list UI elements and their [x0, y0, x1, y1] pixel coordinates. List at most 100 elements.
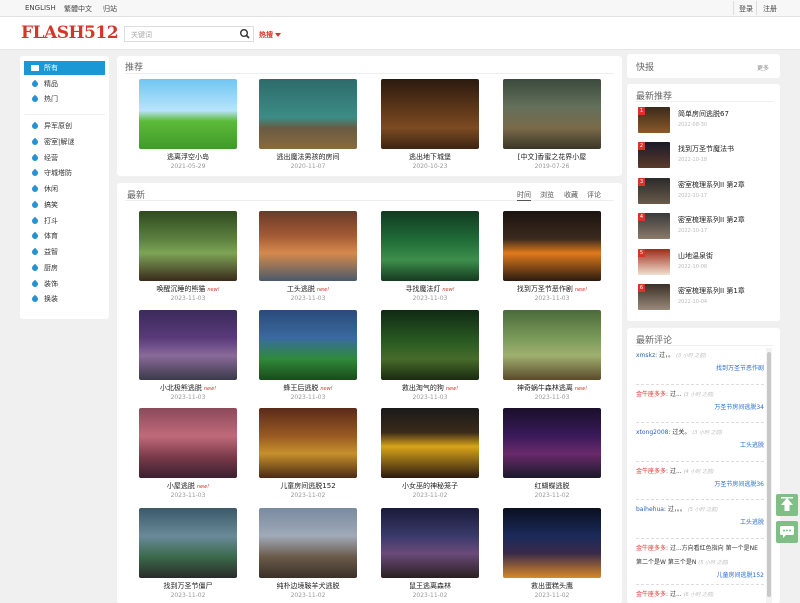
- comment-game-link[interactable]: 工头逃脱: [636, 517, 764, 526]
- comments-scrollbar[interactable]: [766, 348, 772, 603]
- game-card[interactable]: [中文]香蜜之花界小屋 2019-07-26: [503, 79, 603, 174]
- game-card[interactable]: 红蝴蝶逃脱 2023-11-02: [503, 408, 603, 503]
- comment-game-link[interactable]: 儿童房间逃脱152: [636, 570, 764, 579]
- game-title[interactable]: 小屋逃脱 new!: [129, 481, 247, 491]
- game-thumbnail[interactable]: [139, 211, 237, 281]
- recent-title-text[interactable]: 密室梳理系列II 第1章: [678, 286, 745, 296]
- game-title[interactable]: 救出蛋糕头鹰: [493, 581, 611, 591]
- game-thumbnail[interactable]: [259, 211, 357, 281]
- game-card[interactable]: 逃离浮空小岛 2021-05-29: [139, 79, 239, 174]
- recent-title-text[interactable]: 密室梳理系列II 第2章: [678, 215, 745, 225]
- game-card[interactable]: 鼠王逃离森林 2023-11-02: [381, 508, 481, 603]
- comment-user[interactable]: 金牛座多多:: [636, 545, 668, 552]
- game-thumbnail[interactable]: [139, 310, 237, 380]
- game-title[interactable]: 蜂王后逃脱 new!: [249, 383, 367, 393]
- sidebar-item[interactable]: 所有: [24, 61, 105, 75]
- game-thumbnail[interactable]: [381, 408, 479, 478]
- sidebar-item[interactable]: 益智: [24, 245, 105, 259]
- recent-title-text[interactable]: 山地温泉街: [678, 251, 713, 261]
- game-title[interactable]: 找到万圣节恶作剧 new!: [493, 284, 611, 294]
- game-title[interactable]: 逃出魔法男孩的房间: [249, 152, 367, 162]
- sidebar-item[interactable]: 换装: [24, 292, 105, 306]
- game-thumbnail[interactable]: [503, 508, 601, 578]
- comment-game-link[interactable]: 工头逃脱: [636, 440, 764, 449]
- game-thumbnail[interactable]: [259, 79, 357, 149]
- game-card[interactable]: 工头逃脱 new! 2023-11-03: [259, 211, 359, 306]
- recent-title-text[interactable]: 简单房间逃脱67: [678, 109, 729, 119]
- game-thumbnail[interactable]: [503, 79, 601, 149]
- comment-game-link[interactable]: 万圣节房间逃脱34: [636, 402, 764, 411]
- recent-thumbnail[interactable]: 3: [638, 178, 670, 204]
- game-title[interactable]: 寻找魔法灯 new!: [371, 284, 489, 294]
- game-thumbnail[interactable]: [139, 79, 237, 149]
- game-thumbnail[interactable]: [259, 310, 357, 380]
- tab-favorites[interactable]: 收藏: [564, 190, 578, 200]
- login-link[interactable]: 登录: [739, 4, 753, 14]
- sidebar-item[interactable]: 装饰: [24, 277, 105, 291]
- sidebar-item[interactable]: 休闲: [24, 182, 105, 196]
- archive-link[interactable]: 归站: [103, 4, 117, 14]
- chat-button[interactable]: [776, 521, 798, 543]
- scrollbar-thumb[interactable]: [767, 352, 771, 597]
- recent-item[interactable]: 1 简单房间逃脱67 2022-08-30: [638, 107, 778, 135]
- game-title[interactable]: 唤醒沉睡的熊猫 new!: [129, 284, 247, 294]
- recent-thumbnail[interactable]: 2: [638, 142, 670, 168]
- sidebar-item[interactable]: 热门: [24, 92, 105, 106]
- sidebar-item[interactable]: 搞笑: [24, 198, 105, 212]
- comment-user[interactable]: 金牛座多多:: [636, 591, 668, 598]
- game-thumbnail[interactable]: [381, 310, 479, 380]
- site-logo[interactable]: FLASH512: [21, 23, 119, 43]
- recent-item[interactable]: 5 山地温泉街 2022-10-08: [638, 249, 778, 277]
- game-thumbnail[interactable]: [259, 508, 357, 578]
- sidebar-item[interactable]: 经营: [24, 151, 105, 165]
- game-thumbnail[interactable]: [503, 408, 601, 478]
- game-card[interactable]: 蜂王后逃脱 new! 2023-11-03: [259, 310, 359, 405]
- game-thumbnail[interactable]: [381, 508, 479, 578]
- game-card[interactable]: 找到万圣节恶作剧 new! 2023-11-03: [503, 211, 603, 306]
- game-thumbnail[interactable]: [139, 408, 237, 478]
- sidebar-item[interactable]: 异军原创: [24, 119, 105, 133]
- comment-game-link[interactable]: 找到万圣节恶作剧: [636, 363, 764, 372]
- search-button[interactable]: [236, 26, 254, 42]
- sidebar-item[interactable]: 守城塔防: [24, 166, 105, 180]
- game-card[interactable]: 寻找魔法灯 new! 2023-11-03: [381, 211, 481, 306]
- game-title[interactable]: 小女巫的神秘笼子: [371, 481, 489, 491]
- sidebar-item[interactable]: 厨房: [24, 261, 105, 275]
- game-card[interactable]: 小女巫的神秘笼子 2023-11-02: [381, 408, 481, 503]
- game-title[interactable]: 逃离浮空小岛: [129, 152, 247, 162]
- game-title[interactable]: 儿童房间逃脱152: [249, 481, 367, 491]
- sidebar-item[interactable]: 密室|解谜: [24, 135, 105, 149]
- comment-user[interactable]: baihehua:: [636, 506, 666, 513]
- sidebar-item[interactable]: 精品: [24, 77, 105, 91]
- tab-views[interactable]: 浏览: [540, 190, 554, 200]
- recent-item[interactable]: 4 密室梳理系列II 第2章 2022-10-17: [638, 213, 778, 241]
- recent-thumbnail[interactable]: 4: [638, 213, 670, 239]
- game-title[interactable]: 纯朴边境鞍羊犬逃脱: [249, 581, 367, 591]
- recent-thumbnail[interactable]: 5: [638, 249, 670, 275]
- comment-user[interactable]: 金牛座多多:: [636, 468, 668, 475]
- game-card[interactable]: 小北极熊逃脱 new! 2023-11-03: [139, 310, 239, 405]
- game-title[interactable]: 救出淘气的狗 new!: [371, 383, 489, 393]
- game-card[interactable]: 逃出魔法男孩的房间 2020-11-07: [259, 79, 359, 174]
- game-thumbnail[interactable]: [503, 310, 601, 380]
- register-link[interactable]: 注册: [763, 4, 777, 14]
- game-card[interactable]: 找到万圣节僵尸 2023-11-02: [139, 508, 239, 603]
- game-thumbnail[interactable]: [259, 408, 357, 478]
- game-title[interactable]: 红蝴蝶逃脱: [493, 481, 611, 491]
- game-card[interactable]: 神奇蜗牛森林逃离 new! 2023-11-03: [503, 310, 603, 405]
- game-title[interactable]: 神奇蜗牛森林逃离 new!: [493, 383, 611, 393]
- game-title[interactable]: 小北极熊逃脱 new!: [129, 383, 247, 393]
- game-thumbnail[interactable]: [139, 508, 237, 578]
- back-to-top-button[interactable]: [776, 494, 798, 516]
- search-input[interactable]: 关键词: [124, 26, 254, 42]
- lang-english-link[interactable]: ENGLISH: [25, 4, 56, 12]
- quickfire-more-link[interactable]: 更多: [757, 63, 769, 72]
- recent-item[interactable]: 6 密室梳理系列II 第1章 2022-10-04: [638, 284, 778, 312]
- recent-title-text[interactable]: 密室梳理系列II 第2章: [678, 180, 745, 190]
- game-card[interactable]: 唤醒沉睡的熊猫 new! 2023-11-03: [139, 211, 239, 306]
- comment-user[interactable]: xtong2008:: [636, 429, 670, 436]
- lang-traditional-link[interactable]: 繁體中文: [64, 4, 92, 14]
- game-thumbnail[interactable]: [381, 79, 479, 149]
- game-card[interactable]: 救出淘气的狗 new! 2023-11-03: [381, 310, 481, 405]
- tab-comments[interactable]: 评论: [587, 190, 601, 200]
